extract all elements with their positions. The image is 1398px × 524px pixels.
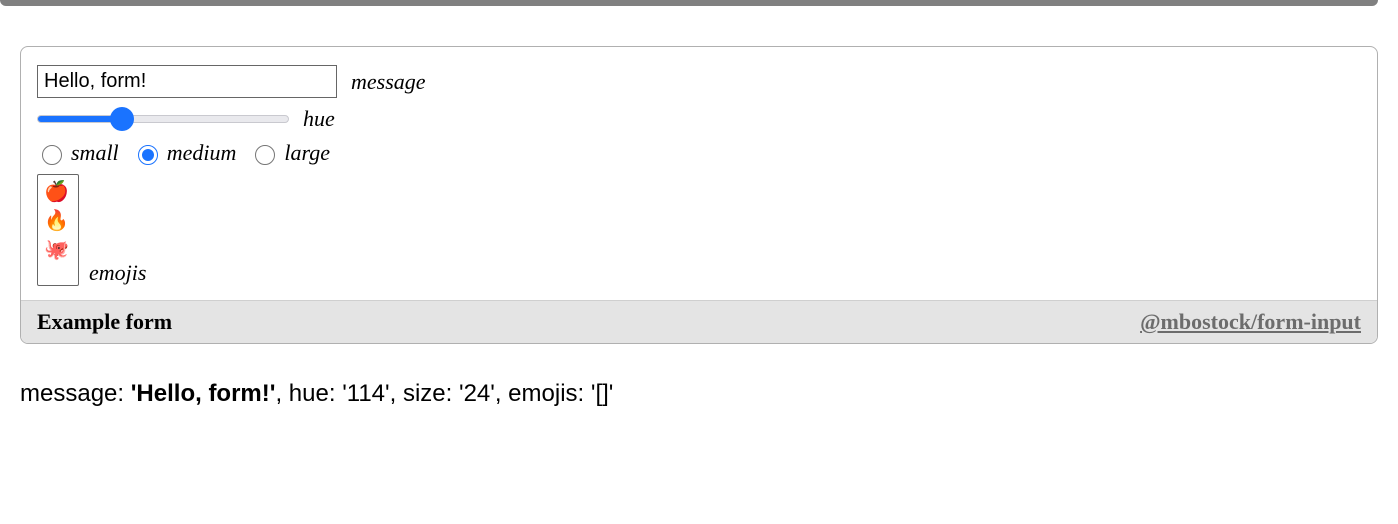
size-radio-group: small medium large xyxy=(37,140,1361,166)
form-output-text: message: 'Hello, form!', hue: '114', siz… xyxy=(20,380,1378,408)
output-emojis-value: '[]' xyxy=(591,380,614,407)
size-medium-radio[interactable] xyxy=(138,145,158,165)
output-message-value: 'Hello, form!' xyxy=(131,380,276,407)
output-hue-value: '114' xyxy=(342,380,389,407)
source-link[interactable]: @mbostock/form-input xyxy=(1140,309,1361,335)
output-size-value: '24' xyxy=(459,380,495,407)
card-footer: Example form @mbostock/form-input xyxy=(21,300,1377,343)
size-medium-option[interactable]: medium xyxy=(133,140,243,166)
size-large-label: large xyxy=(284,140,330,166)
size-medium-label: medium xyxy=(167,140,237,166)
message-label: message xyxy=(351,69,426,95)
hue-row: hue xyxy=(37,106,1361,132)
size-small-option[interactable]: small xyxy=(37,140,125,166)
emojis-select[interactable]: 🍎 🔥 🐙 xyxy=(37,174,79,286)
emojis-label: emojis xyxy=(89,260,146,286)
output-emojis-key: , emojis: xyxy=(495,380,591,407)
emoji-option-fire[interactable]: 🔥 xyxy=(38,206,78,235)
output-size-key: , size: xyxy=(390,380,459,407)
hue-slider[interactable] xyxy=(37,115,289,123)
size-small-radio[interactable] xyxy=(42,145,62,165)
example-form-card: message hue small medium large 🍎 🔥 xyxy=(20,46,1378,344)
size-small-label: small xyxy=(71,140,119,166)
hue-label: hue xyxy=(303,106,335,132)
size-large-option[interactable]: large xyxy=(250,140,336,166)
emoji-option-octopus[interactable]: 🐙 xyxy=(38,235,78,264)
output-hue-key: , hue: xyxy=(275,380,342,407)
card-title: Example form xyxy=(37,309,172,335)
decorative-top-bar xyxy=(0,0,1378,6)
emoji-option-apple[interactable]: 🍎 xyxy=(38,177,78,206)
size-large-radio[interactable] xyxy=(255,145,275,165)
emojis-row: 🍎 🔥 🐙 emojis xyxy=(37,174,1361,286)
message-input[interactable] xyxy=(37,65,337,98)
message-row: message xyxy=(37,65,1361,98)
form-body: message hue small medium large 🍎 🔥 xyxy=(21,47,1377,300)
output-message-key: message: xyxy=(20,380,131,407)
